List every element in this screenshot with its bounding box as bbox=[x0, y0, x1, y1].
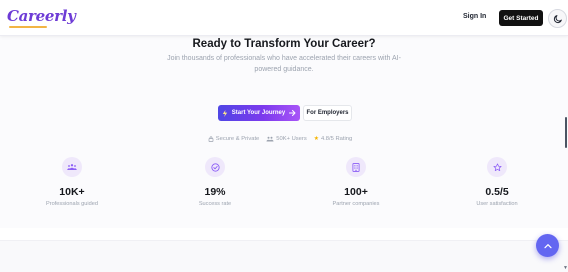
trust-badge-label: Secure & Private bbox=[215, 136, 260, 142]
trust-badge: Secure & Private bbox=[208, 136, 260, 142]
theme-toggle-button[interactable] bbox=[548, 9, 567, 28]
arrow-right-icon bbox=[289, 110, 296, 116]
start-journey-button[interactable]: Start Your Journey bbox=[218, 105, 300, 121]
top-nav: Careerly Sign In Get Started bbox=[0, 0, 568, 36]
stat-label: Partner companies bbox=[332, 201, 380, 207]
stat-icon-badge bbox=[205, 157, 225, 177]
users-icon bbox=[266, 136, 274, 142]
trust-badge: 50K+ Users bbox=[266, 136, 307, 142]
stat-icon-badge bbox=[62, 157, 82, 177]
star-outline-icon bbox=[492, 162, 502, 171]
cta-subtitle: Join thousands of professionals who have… bbox=[167, 55, 401, 73]
stat-value: 100+ bbox=[344, 186, 368, 198]
start-journey-label: Start Your Journey bbox=[231, 110, 286, 116]
star-icon: ★ bbox=[313, 136, 319, 142]
get-started-button[interactable]: Get Started bbox=[499, 10, 543, 26]
stat-card: 0.5/5 User satisfaction bbox=[437, 157, 557, 207]
chevron-up-icon bbox=[543, 243, 552, 248]
stat-value: 0.5/5 bbox=[485, 186, 509, 198]
cta-section: Ready to Transform Your Career? Join tho… bbox=[0, 36, 568, 228]
trust-badge: ★ 4.8/5 Rating bbox=[314, 136, 352, 142]
scrollbar-thumb[interactable] bbox=[565, 117, 567, 148]
stat-value: 19% bbox=[204, 186, 226, 198]
stat-card: 100+ Partner companies bbox=[296, 157, 416, 207]
scroll-to-top-button[interactable] bbox=[536, 234, 559, 257]
stat-card: 10K+ Professionals guided bbox=[12, 157, 132, 207]
building-icon bbox=[352, 162, 360, 172]
moon-icon bbox=[553, 14, 562, 23]
sign-in-link[interactable]: Sign In bbox=[463, 13, 486, 20]
stat-card: 19% Success rate bbox=[155, 157, 275, 207]
stat-icon-badge bbox=[487, 157, 507, 177]
cta-title: Ready to Transform Your Career? bbox=[192, 38, 376, 50]
users-icon bbox=[67, 164, 77, 170]
stat-label: Professionals guided bbox=[46, 201, 98, 207]
logo-underline bbox=[9, 26, 47, 28]
next-section bbox=[0, 240, 568, 272]
brand-logo[interactable]: Careerly bbox=[7, 7, 76, 25]
scrollbar-down-arrow[interactable]: ▼ bbox=[563, 265, 568, 271]
trust-badge-label: 50K+ Users bbox=[276, 136, 307, 142]
lock-icon bbox=[208, 136, 214, 142]
lightning-icon bbox=[222, 109, 227, 117]
stat-icon-badge bbox=[346, 157, 366, 177]
trust-badge-label: 4.8/5 Rating bbox=[320, 136, 353, 142]
stat-label: Success rate bbox=[198, 201, 232, 207]
stat-value: 10K+ bbox=[59, 186, 85, 198]
for-employers-button[interactable]: For Employers bbox=[303, 105, 352, 121]
check-circle-icon bbox=[210, 162, 220, 172]
trust-badges: Secure & Private 50K+ Users ★ 4.8/5 Rati… bbox=[0, 136, 564, 142]
stat-label: User satisfaction bbox=[476, 201, 518, 207]
